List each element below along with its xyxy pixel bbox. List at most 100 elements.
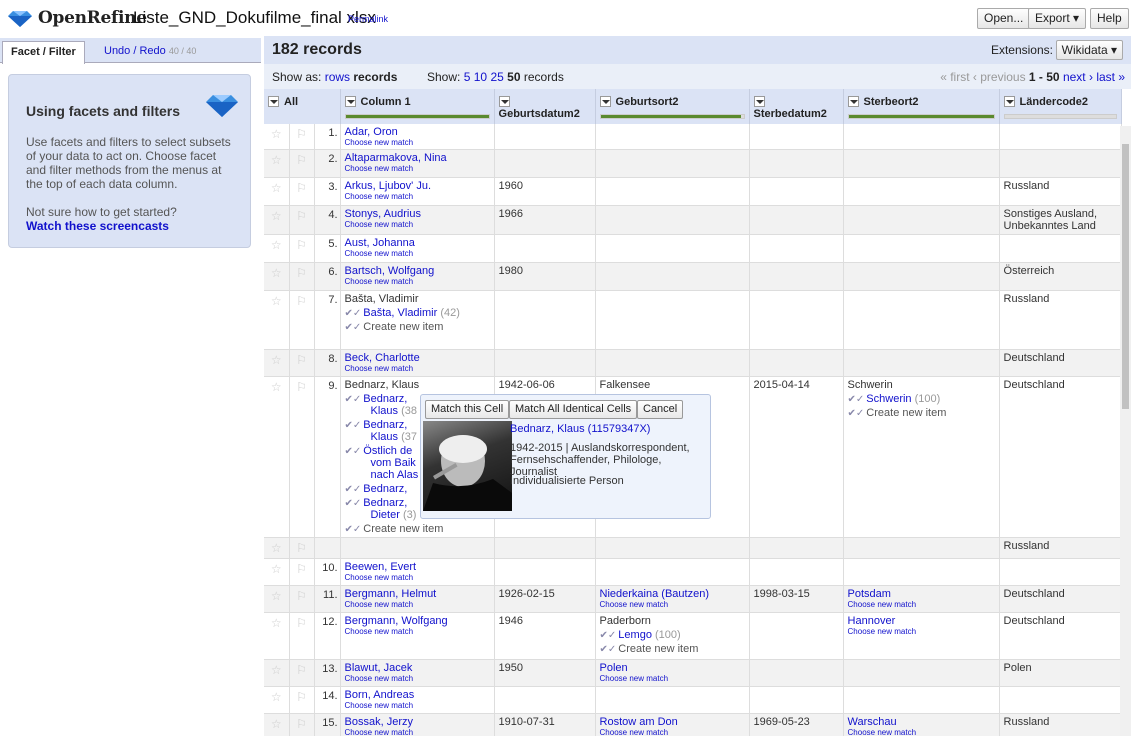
- flag-icon[interactable]: ⚐: [289, 234, 315, 263]
- cancel-button[interactable]: Cancel: [637, 400, 684, 419]
- match-candidate[interactable]: ✔✓ Bašta, Vladimir (42): [345, 307, 490, 319]
- choose-new-match-link[interactable]: Choose new match: [345, 728, 490, 736]
- reconciled-value[interactable]: Born, Andreas: [345, 689, 490, 701]
- check-icon[interactable]: ✔✓: [345, 308, 362, 319]
- star-icon[interactable]: ☆: [264, 686, 290, 714]
- column-menu-icon[interactable]: [599, 95, 611, 107]
- page-size-25[interactable]: 25: [490, 70, 503, 84]
- star-icon[interactable]: ☆: [264, 558, 290, 586]
- choose-new-match-link[interactable]: Choose new match: [848, 728, 995, 736]
- check-icon[interactable]: ✔✓: [345, 484, 362, 495]
- flag-icon[interactable]: ⚐: [289, 612, 315, 660]
- column-header-sterbeort[interactable]: Sterbeort2: [843, 89, 1000, 124]
- choose-new-match-link[interactable]: Choose new match: [345, 192, 490, 201]
- flag-icon[interactable]: ⚐: [289, 659, 315, 687]
- choose-new-match-link[interactable]: Choose new match: [345, 220, 490, 229]
- popup-candidate-name[interactable]: Bednarz, Klaus (11579347X): [510, 423, 650, 435]
- reconciled-value[interactable]: Beewen, Evert: [345, 561, 490, 573]
- show-rows-link[interactable]: rows: [325, 70, 350, 84]
- reconciled-value[interactable]: Altaparmakova, Nina: [345, 152, 490, 164]
- choose-new-match-link[interactable]: Choose new match: [600, 600, 745, 609]
- help-button[interactable]: Help: [1090, 8, 1129, 29]
- create-new-item-option[interactable]: ✔✓ Create new item: [345, 523, 490, 535]
- export-button[interactable]: Export ▾: [1028, 8, 1087, 29]
- reconciled-value[interactable]: Bergmann, Helmut: [345, 588, 490, 600]
- column-menu-icon[interactable]: [847, 95, 859, 107]
- tab-undo-redo[interactable]: Undo / Redo 40 / 40: [96, 41, 204, 63]
- flag-icon[interactable]: ⚐: [289, 349, 315, 377]
- column-menu-icon[interactable]: [268, 95, 279, 107]
- vertical-scrollbar[interactable]: [1120, 126, 1131, 736]
- choose-new-match-link[interactable]: Choose new match: [345, 164, 490, 173]
- flag-icon[interactable]: ⚐: [289, 124, 315, 150]
- reconciled-value[interactable]: Warschau: [848, 716, 995, 728]
- reconciled-value[interactable]: Arkus, Ljubov' Ju.: [345, 180, 490, 192]
- check-icon[interactable]: ✔✓: [600, 644, 617, 655]
- pager-next[interactable]: next ›: [1063, 70, 1093, 84]
- reconciled-value[interactable]: Stonys, Audrius: [345, 208, 490, 220]
- choose-new-match-link[interactable]: Choose new match: [345, 600, 490, 609]
- star-icon[interactable]: ☆: [264, 376, 290, 538]
- permalink-link[interactable]: Permalink: [348, 14, 388, 24]
- choose-new-match-link[interactable]: Choose new match: [345, 249, 490, 258]
- check-icon[interactable]: ✔✓: [345, 420, 362, 431]
- reconciled-value[interactable]: Aust, Johanna: [345, 237, 490, 249]
- column-menu-icon[interactable]: [344, 95, 356, 107]
- choose-new-match-link[interactable]: Choose new match: [345, 674, 490, 683]
- flag-icon[interactable]: ⚐: [289, 713, 315, 736]
- flag-icon[interactable]: ⚐: [289, 376, 315, 538]
- create-new-item-option[interactable]: ✔✓ Create new item: [600, 643, 745, 655]
- star-icon[interactable]: ☆: [264, 205, 290, 235]
- choose-new-match-link[interactable]: Choose new match: [600, 728, 745, 736]
- match-candidate[interactable]: ✔✓ Lemgo (100): [600, 629, 745, 641]
- star-icon[interactable]: ☆: [264, 262, 290, 291]
- column-menu-icon[interactable]: [1003, 95, 1015, 107]
- match-this-cell-button[interactable]: Match this Cell: [425, 400, 510, 419]
- flag-icon[interactable]: ⚐: [289, 149, 315, 178]
- choose-new-match-link[interactable]: Choose new match: [345, 701, 490, 710]
- check-icon[interactable]: ✔✓: [848, 408, 865, 419]
- reconciled-value[interactable]: Bartsch, Wolfgang: [345, 265, 490, 277]
- reconciled-value[interactable]: Blawut, Jacek: [345, 662, 490, 674]
- pager-last[interactable]: last »: [1096, 70, 1125, 84]
- reconciled-value[interactable]: Bergmann, Wolfgang: [345, 615, 490, 627]
- check-icon[interactable]: ✔✓: [345, 446, 362, 457]
- reconciled-value[interactable]: Hannover: [848, 615, 995, 627]
- reconciled-value[interactable]: Bossak, Jerzy: [345, 716, 490, 728]
- match-all-identical-button[interactable]: Match All Identical Cells: [509, 400, 638, 419]
- scrollbar-thumb[interactable]: [1122, 144, 1129, 409]
- star-icon[interactable]: ☆: [264, 713, 290, 736]
- choose-new-match-link[interactable]: Choose new match: [848, 627, 995, 636]
- page-size-10[interactable]: 10: [474, 70, 487, 84]
- flag-icon[interactable]: ⚐: [289, 262, 315, 291]
- choose-new-match-link[interactable]: Choose new match: [345, 364, 490, 373]
- star-icon[interactable]: ☆: [264, 659, 290, 687]
- flag-icon[interactable]: ⚐: [289, 585, 315, 613]
- column-header-laendercode[interactable]: Ländercode2: [999, 89, 1122, 124]
- star-icon[interactable]: ☆: [264, 585, 290, 613]
- column-header-geburtsdatum[interactable]: Geburtsdatum2: [494, 89, 596, 124]
- flag-icon[interactable]: ⚐: [289, 537, 315, 559]
- column-header-sterbedatum[interactable]: Sterbedatum2: [749, 89, 844, 124]
- reconciled-value[interactable]: Niederkaina (Bautzen): [600, 588, 745, 600]
- reconciled-value[interactable]: Polen: [600, 662, 745, 674]
- flag-icon[interactable]: ⚐: [289, 558, 315, 586]
- star-icon[interactable]: ☆: [264, 177, 290, 206]
- column-header-geburtsort[interactable]: Geburtsort2: [595, 89, 750, 124]
- star-icon[interactable]: ☆: [264, 612, 290, 660]
- check-icon[interactable]: ✔✓: [345, 322, 362, 333]
- star-icon[interactable]: ☆: [264, 290, 290, 350]
- project-name[interactable]: Liste_GND_Dokufilme_final xlsx: [133, 8, 376, 28]
- reconciled-value[interactable]: Rostow am Don: [600, 716, 745, 728]
- star-icon[interactable]: ☆: [264, 124, 290, 150]
- tab-facet-filter[interactable]: Facet / Filter: [2, 41, 85, 64]
- column-menu-icon[interactable]: [753, 95, 765, 107]
- match-candidate[interactable]: ✔✓ Schwerin (100): [848, 393, 995, 405]
- page-size-5[interactable]: 5: [464, 70, 471, 84]
- check-icon[interactable]: ✔✓: [345, 394, 362, 405]
- check-icon[interactable]: ✔✓: [345, 524, 362, 535]
- flag-icon[interactable]: ⚐: [289, 205, 315, 235]
- page-size-50[interactable]: 50: [507, 70, 520, 84]
- open-button[interactable]: Open...: [977, 8, 1031, 29]
- choose-new-match-link[interactable]: Choose new match: [345, 627, 490, 636]
